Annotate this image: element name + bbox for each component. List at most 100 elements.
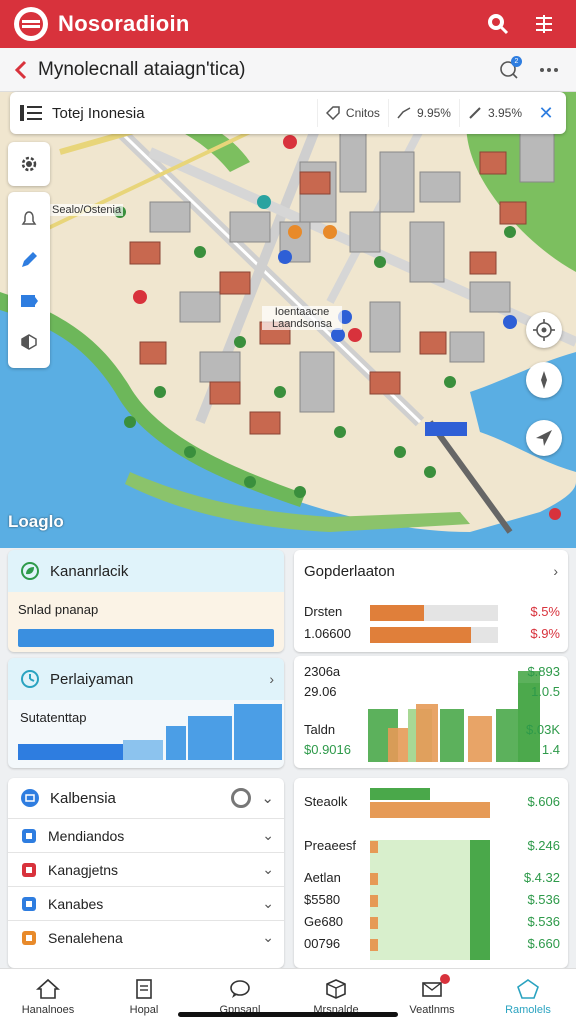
chart-row-label: 29.06 [304, 684, 337, 699]
chevron-right-icon[interactable]: › [269, 671, 274, 687]
stock-row-marker [370, 939, 378, 951]
category-item-label: Kanabes [48, 895, 104, 912]
back-button[interactable] [10, 56, 32, 84]
locate-button[interactable] [526, 312, 562, 348]
close-icon[interactable]: ✕ [536, 103, 556, 124]
chart-bar [440, 709, 464, 762]
chevron-down-icon[interactable]: ⌄ [262, 895, 274, 912]
sub-header: Mynolecnall ataiagn'tica) 2 [0, 48, 576, 92]
stock-row-marker [370, 873, 378, 885]
category-item-label: Kanagjetns [48, 861, 119, 878]
stock-row-label: 00796 [304, 936, 341, 951]
chart-row-value: 1.4 [541, 742, 560, 757]
comparison-value: $.5% [530, 604, 560, 619]
compass-button[interactable] [526, 362, 562, 398]
chart-bar [416, 704, 438, 762]
stock-row-value: $.660 [527, 936, 560, 951]
card-statistics[interactable]: Perlaiyaman › Sutatenttap [8, 658, 284, 768]
card-right-chart[interactable]: 2306a 29.06 Taldn $0.9016 $.893 1.0.5 $.03K 1.… [294, 656, 568, 768]
map-toolbar [8, 192, 50, 368]
comparison-bar-track [370, 605, 498, 621]
compass-icon [541, 371, 547, 389]
category-item-label: Senalehena [48, 929, 123, 946]
shield-icon [21, 333, 37, 350]
chevron-down-icon[interactable]: ⌄ [262, 929, 274, 946]
stock-value: $.606 [527, 794, 560, 809]
stock-chart-bar [470, 840, 490, 960]
shield-tool[interactable] [14, 327, 44, 357]
card-overview-title: Kananrlacik [50, 562, 129, 580]
stock-row-marker [370, 917, 378, 929]
category-item[interactable]: Kanagjetns ⌄ [8, 852, 284, 886]
overview-progress-fill [18, 629, 274, 647]
filter-chip-1[interactable]: Cnitos [316, 99, 388, 127]
chevron-right-icon[interactable]: › [553, 563, 558, 579]
tag-icon [325, 106, 340, 120]
filter-chip-3[interactable]: 3.95% [458, 99, 530, 127]
chevron-down-icon[interactable]: ⌄ [262, 861, 274, 878]
chat-icon [230, 979, 250, 998]
location-pin-button[interactable]: 2 [492, 53, 526, 87]
layer-tool[interactable] [14, 286, 44, 316]
stock-row-label: Aetlan [304, 870, 341, 885]
navigation-arrow-icon [536, 430, 552, 446]
pan-tool[interactable] [14, 204, 44, 234]
heart-icon [18, 859, 40, 881]
map-view[interactable]: Sealo/Ostenia Ioentaacne Laandsonsa [0, 92, 576, 548]
toggle-icon[interactable] [231, 788, 252, 808]
stock-row-marker [370, 895, 378, 907]
draw-tool[interactable] [14, 245, 44, 275]
search-query[interactable]: Totej Inonesia [52, 105, 317, 122]
category-item[interactable]: Mendiandos ⌄ [8, 818, 284, 852]
chart-row-label: Taldn [304, 722, 336, 737]
chart-bars [368, 664, 540, 762]
nav-mail[interactable]: Veatlnms [384, 969, 480, 1024]
app-title: Nosoradioin [58, 11, 190, 36]
home-icon [36, 978, 60, 999]
card-overview[interactable]: Kananrlacik Snlad pnanap [8, 550, 284, 652]
app-logo [14, 7, 48, 41]
stock-row-value: $.536 [527, 914, 560, 929]
filter-chip-2[interactable]: 9.95% [387, 99, 459, 127]
chevron-down-icon[interactable]: ⌄ [261, 789, 274, 807]
nav-home[interactable]: Hanalnoes [0, 969, 96, 1024]
navigate-button[interactable] [526, 420, 562, 456]
gear-icon [21, 156, 37, 172]
sliders-icon [536, 15, 552, 33]
chart-row-label: 2306a [304, 664, 341, 679]
category-item[interactable]: Senalehena ⌄ [8, 920, 284, 954]
comparison-value: $.9% [530, 626, 560, 641]
chart-icon [18, 927, 40, 949]
mail-badge [439, 974, 450, 984]
search-button[interactable] [480, 6, 516, 42]
stat-bar-4 [234, 704, 282, 760]
stat-bar-1 [123, 740, 163, 760]
settings-tool-button[interactable] [8, 142, 50, 186]
home-indicator [178, 1012, 398, 1017]
card-right-stock[interactable]: Steaolk $.606 Preaeesf $.246 Aetlan $.4.32 $… [294, 778, 568, 968]
card-categories[interactable]: Kalbensia ⌄ Mendiandos ⌄ Kanagjetns ⌄ Kanabe… [8, 778, 284, 968]
stat-bar-2 [166, 726, 186, 760]
category-item[interactable]: Kanabes ⌄ [8, 886, 284, 920]
location-icon [18, 893, 40, 915]
chart-row-value: $.893 [527, 664, 560, 679]
stock-title: Steaolk [304, 794, 348, 809]
map-area-label: Sealo/Ostenia [50, 204, 124, 216]
pencil-icon [22, 251, 37, 267]
chart-row-value: $.03K [526, 722, 560, 737]
map-search-card[interactable]: Totej Inonesia Cnitos 9.95% 3.95% ✕ [10, 92, 566, 134]
comparison-bar [370, 627, 472, 643]
nav-shape[interactable]: Ramolels [480, 969, 576, 1024]
map-center-label: Ioentaacne Laandsonsa [262, 306, 342, 330]
comparison-label: Drsten [304, 604, 343, 619]
leaf-icon [18, 559, 42, 583]
more-button[interactable] [532, 53, 566, 87]
filter-button[interactable] [526, 6, 562, 42]
chart-bar [468, 716, 492, 762]
stock-row-marker [370, 841, 378, 853]
comparison-bar [370, 605, 424, 621]
chart-row-value: 1.0.5 [531, 684, 560, 699]
card-right-comparison[interactable]: Gopderlaaton › Drsten $.5% 1.06600 $.9% [294, 550, 568, 652]
building-icon [18, 825, 40, 847]
chevron-down-icon[interactable]: ⌄ [262, 827, 274, 844]
